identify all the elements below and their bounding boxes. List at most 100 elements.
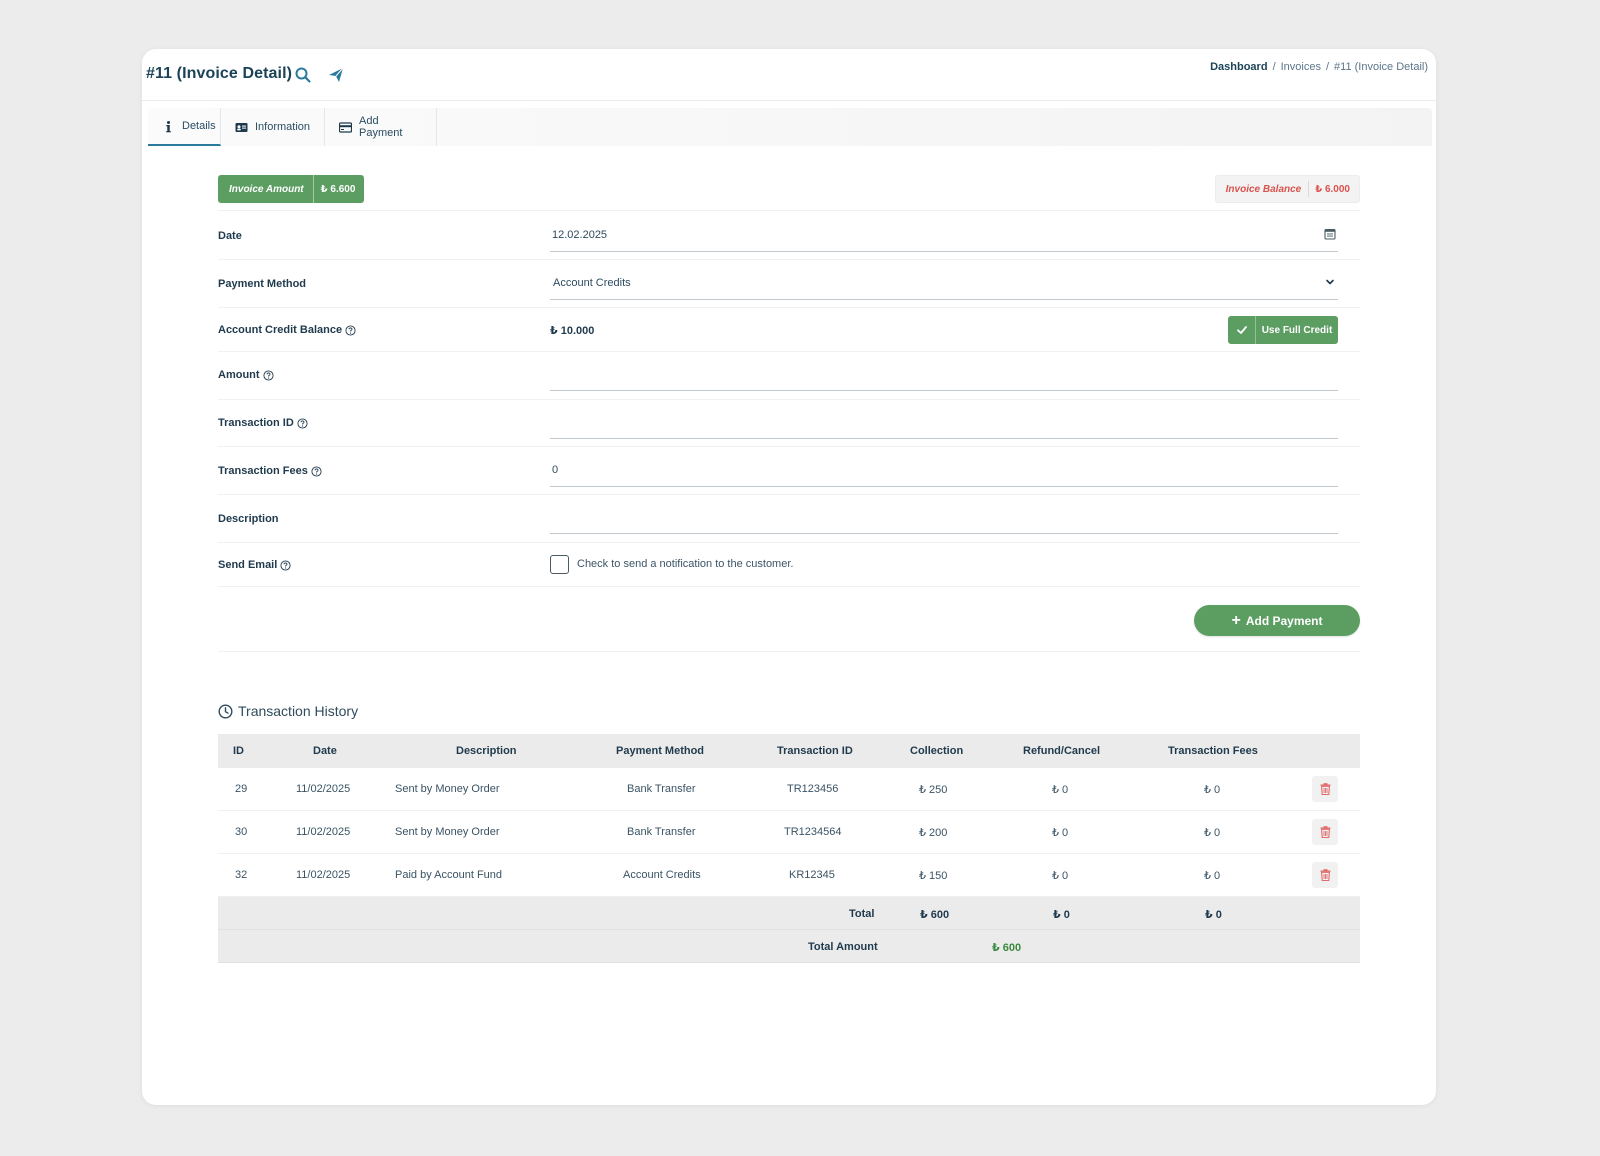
transaction-id-label-group: Transaction ID (218, 417, 308, 429)
credit-balance-label-group: Account Credit Balance (218, 324, 356, 336)
delete-button[interactable] (1312, 776, 1338, 802)
breadcrumb-current: #11 (Invoice Detail) (1334, 61, 1428, 73)
trash-icon (1320, 869, 1331, 881)
invoice-amount-badge: Invoice Amount ₺ 6.600 (218, 175, 365, 203)
help-icon[interactable] (311, 465, 322, 477)
col-refund-cancel: Refund/Cancel (1023, 745, 1101, 757)
tab-information[interactable]: Information (221, 108, 325, 146)
date-field[interactable]: 12.02.2025 (550, 228, 1338, 252)
col-transaction-fees: Transaction Fees (1168, 745, 1258, 757)
col-description: Description (456, 745, 517, 757)
tab-details[interactable]: Details (148, 108, 221, 146)
cell-description: Paid by Account Fund (395, 869, 503, 881)
search-icon[interactable] (294, 66, 312, 84)
help-icon[interactable] (262, 369, 274, 381)
col-collection: Collection (910, 745, 964, 757)
chevron-down-icon (1324, 276, 1336, 288)
breadcrumb-invoices[interactable]: Invoices (1281, 61, 1321, 73)
cell-date: 11/02/2025 (296, 826, 351, 838)
cell-refund: ₺ 0 (1052, 827, 1069, 839)
transaction-id-row: Transaction ID (218, 399, 1360, 446)
cell-method: Bank Transfer (627, 826, 696, 838)
description-label: Description (218, 513, 279, 525)
transaction-id-label: Transaction ID (218, 417, 294, 429)
send-email-label: Send Email (218, 559, 278, 571)
credit-balance-row: Account Credit Balance ₺ 10.000 Use Full… (218, 307, 1360, 351)
date-value: 12.02.2025 (552, 229, 608, 241)
send-email-hint: Check to send a notification to the cust… (577, 558, 794, 570)
invoice-balance-value: ₺ 6.000 (1315, 183, 1350, 195)
description-input[interactable] (550, 521, 1338, 534)
payment-method-value: Account Credits (553, 277, 631, 289)
total-amount-label: Total Amount (808, 941, 878, 953)
plus-icon: + (1231, 611, 1241, 629)
page-header: #11 (Invoice Detail) Dashboard / Invoices /… (142, 49, 1436, 101)
tab-add-payment[interactable]: Add Payment (325, 108, 437, 146)
form-divider (218, 586, 1360, 587)
info-icon (162, 120, 175, 133)
credit-balance-value: ₺ 10.000 (550, 325, 595, 337)
table-header: ID Date Description Payment Method Trans… (218, 734, 1360, 768)
cell-date: 11/02/2025 (296, 869, 351, 881)
total-amount-value: ₺ 600 (992, 942, 1022, 954)
amount-input[interactable] (550, 378, 1338, 391)
total-refund: ₺ 0 (1053, 909, 1070, 921)
breadcrumb: Dashboard / Invoices / #11 (Invoice Detail) (1210, 61, 1428, 73)
use-full-credit-button[interactable]: Use Full Credit (1228, 316, 1338, 344)
page-title: #11 (Invoice Detail) (146, 65, 293, 82)
total-amount-row: Total Amount ₺ 600 (218, 930, 1360, 963)
delete-button[interactable] (1312, 862, 1338, 888)
cell-id: 29 (235, 783, 248, 795)
cell-collection: ₺ 250 (919, 784, 948, 796)
section-divider (218, 651, 1360, 652)
credit-balance-label: Account Credit Balance (218, 324, 343, 336)
tab-label: Information (255, 121, 311, 133)
amount-label-group: Amount (218, 369, 274, 381)
cell-fees: ₺ 0 (1204, 784, 1221, 796)
help-icon[interactable] (280, 559, 291, 571)
add-payment-button[interactable]: + Add Payment (1194, 605, 1360, 636)
clock-icon (218, 703, 233, 719)
payment-method-label: Payment Method (218, 278, 307, 290)
invoice-amount-label: Invoice Amount (218, 175, 314, 203)
transaction-id-input[interactable] (550, 426, 1338, 439)
col-payment-method: Payment Method (616, 745, 705, 757)
delete-button[interactable] (1312, 819, 1338, 845)
add-payment-label: Add Payment (1245, 613, 1323, 628)
total-fees: ₺ 0 (1205, 909, 1222, 921)
cell-collection: ₺ 200 (919, 827, 948, 839)
col-id: ID (233, 745, 244, 757)
invoice-card: #11 (Invoice Detail) Dashboard / Invoices /… (142, 49, 1436, 1105)
transaction-fees-label: Transaction Fees (218, 465, 308, 477)
invoice-balance-label: Invoice Balance (1216, 181, 1310, 197)
cell-method: Account Credits (623, 869, 701, 881)
use-full-credit-label: Use Full Credit (1261, 324, 1333, 336)
payment-method-select[interactable]: Account Credits (550, 277, 1338, 300)
send-email-checkbox[interactable] (550, 555, 569, 574)
send-icon[interactable] (327, 66, 345, 84)
transaction-fees-input[interactable]: 0 (550, 464, 1338, 487)
cell-fees: ₺ 0 (1204, 827, 1221, 839)
cell-id: 30 (235, 826, 248, 838)
cell-date: 11/02/2025 (296, 783, 351, 795)
id-card-icon (235, 121, 248, 134)
help-icon[interactable] (297, 417, 308, 429)
col-transaction-id: Transaction ID (777, 745, 853, 757)
calendar-icon[interactable] (1324, 228, 1336, 240)
table-row: 30 11/02/2025 Sent by Money Order Bank T… (218, 811, 1360, 854)
table-row: 32 11/02/2025 Paid by Account Fund Accou… (218, 854, 1360, 897)
cell-id: 32 (235, 869, 248, 881)
transaction-history-heading: Transaction History (218, 703, 358, 719)
amount-row: Amount (218, 351, 1360, 399)
description-row: Description (218, 494, 1360, 542)
cell-description: Sent by Money Order (395, 826, 500, 838)
transaction-fees-row: Transaction Fees 0 (218, 446, 1360, 494)
cell-description: Sent by Money Order (395, 783, 500, 795)
total-label: Total (849, 908, 875, 920)
help-icon[interactable] (345, 324, 356, 336)
send-email-label-group: Send Email (218, 559, 291, 571)
breadcrumb-separator: / (1325, 61, 1330, 73)
breadcrumb-dashboard[interactable]: Dashboard (1210, 61, 1267, 73)
payment-method-row: Payment Method Account Credits (218, 259, 1360, 307)
cell-txid: KR12345 (789, 869, 835, 881)
